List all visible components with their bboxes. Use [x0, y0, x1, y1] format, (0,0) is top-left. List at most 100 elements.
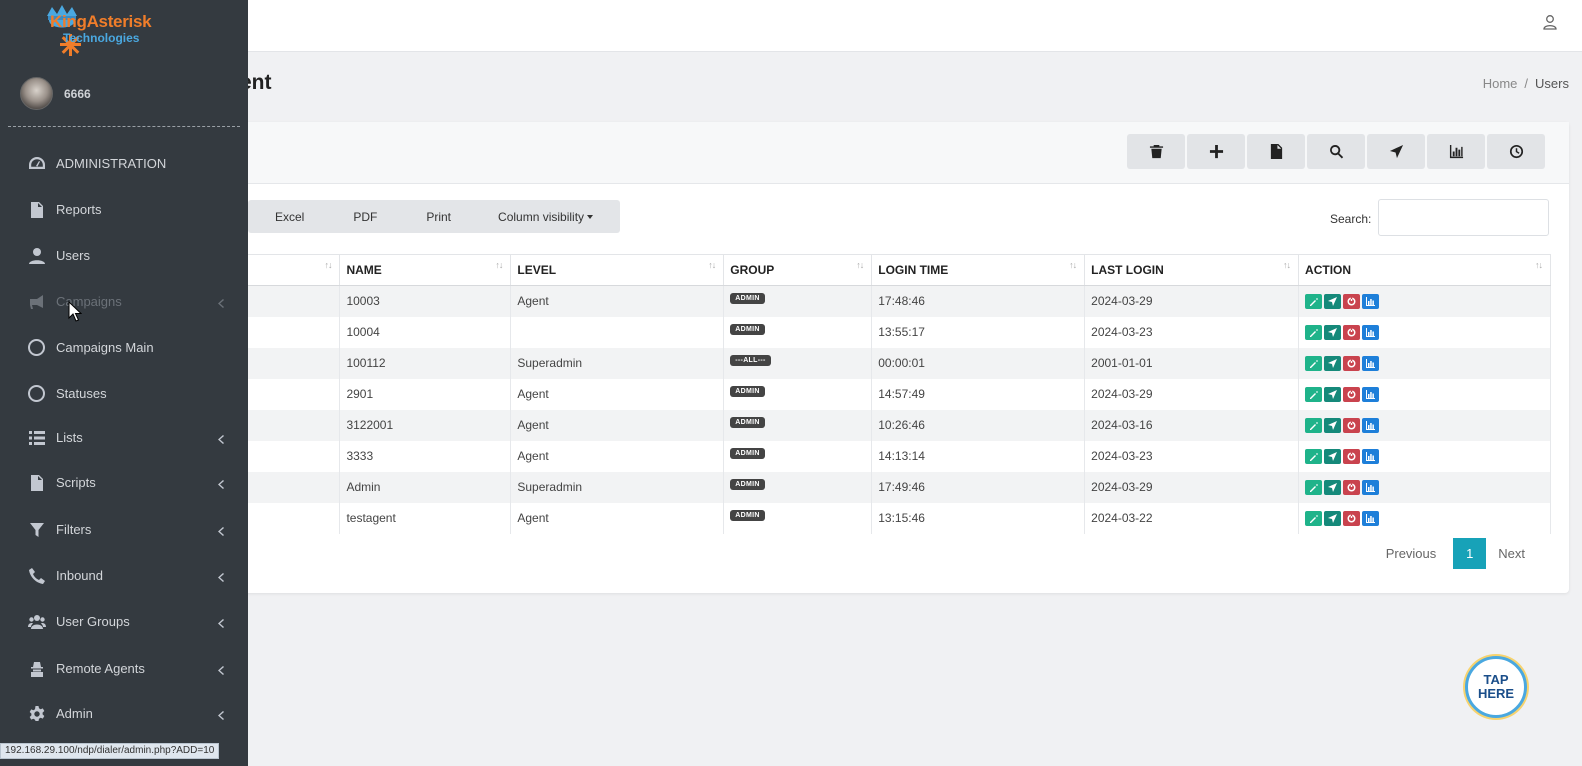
- sidebar-item-user-groups[interactable]: User Groups: [27, 612, 227, 631]
- stop-button[interactable]: [1343, 448, 1361, 464]
- sidebar-item-campaigns[interactable]: Campaigns: [27, 292, 227, 311]
- edit-button[interactable]: [1305, 510, 1323, 526]
- column-header[interactable]: LOGIN TIME ↑↓: [871, 254, 1086, 286]
- edit-button[interactable]: [1305, 417, 1323, 433]
- table-row[interactable]: 3122001 Agent ADMIN 10:26:46 2024-03-16: [220, 409, 1551, 441]
- table-row[interactable]: 3333 Agent ADMIN 14:13:14 2024-03-23: [220, 440, 1551, 472]
- sidebar-item-label: Campaigns: [56, 294, 122, 309]
- sidebar-item-administration[interactable]: ADMINISTRATION: [27, 154, 227, 173]
- chevron-left-icon: [218, 615, 224, 628]
- stats-button[interactable]: [1427, 134, 1485, 169]
- sort-icon[interactable]: ↑↓: [1069, 260, 1077, 270]
- edit-button[interactable]: [1305, 386, 1323, 402]
- page-1-button[interactable]: 1: [1453, 538, 1487, 569]
- edit-icon: [1310, 514, 1319, 523]
- logo-name: KingAsterisk: [50, 12, 152, 31]
- table-row[interactable]: 10004 ADMIN 13:55:17 2024-03-23: [220, 316, 1551, 348]
- sort-icon[interactable]: ↑↓: [1535, 260, 1543, 270]
- add-button[interactable]: [1187, 134, 1245, 169]
- column-header[interactable]: LEVEL ↑↓: [510, 254, 725, 286]
- edit-button[interactable]: [1305, 324, 1323, 340]
- edit-icon: [1310, 452, 1319, 461]
- sidebar-item-remote-agents[interactable]: Remote Agents: [27, 659, 227, 678]
- stats-button[interactable]: [1362, 293, 1380, 309]
- cell-name: Admin: [339, 471, 512, 503]
- stop-button[interactable]: [1343, 510, 1361, 526]
- sort-icon[interactable]: ↑↓: [856, 260, 864, 270]
- stats-icon: [1366, 451, 1376, 461]
- search-button[interactable]: [1307, 134, 1365, 169]
- column-header[interactable]: LAST LOGIN ↑↓: [1084, 254, 1300, 286]
- send-button[interactable]: [1367, 134, 1425, 169]
- sort-icon[interactable]: ↑↓: [708, 260, 716, 270]
- table-row[interactable]: testagent Agent ADMIN 13:15:46 2024-03-22: [220, 502, 1551, 534]
- send-button[interactable]: [1324, 510, 1342, 526]
- send-button[interactable]: [1324, 293, 1342, 309]
- send-button[interactable]: [1324, 417, 1342, 433]
- user-icon[interactable]: [1542, 14, 1558, 30]
- send-button[interactable]: [1324, 479, 1342, 495]
- stats-button[interactable]: [1362, 479, 1380, 495]
- column-header-label: GROUP: [730, 263, 775, 277]
- pdf-button[interactable]: PDF: [353, 210, 377, 224]
- edit-button[interactable]: [1305, 355, 1323, 371]
- sidebar-item-scripts[interactable]: Scripts: [27, 473, 227, 492]
- report-button[interactable]: [1247, 134, 1305, 169]
- sort-icon[interactable]: ↑↓: [324, 260, 332, 270]
- excel-button[interactable]: Excel: [275, 210, 304, 224]
- tap-here-button[interactable]: TAP HERE: [1465, 656, 1527, 718]
- cell-login-time: 00:00:01: [871, 347, 1086, 379]
- stop-button[interactable]: [1343, 355, 1361, 371]
- sidebar-item-lists[interactable]: Lists: [27, 428, 227, 447]
- table-row[interactable]: 10003 Agent ADMIN 17:48:46 2024-03-29: [220, 285, 1551, 317]
- delete-button[interactable]: [1127, 134, 1185, 169]
- column-header[interactable]: ACTION ↑↓: [1298, 254, 1551, 286]
- user-profile[interactable]: 6666: [20, 77, 91, 110]
- column-header[interactable]: NAME ↑↓: [339, 254, 512, 286]
- stop-button[interactable]: [1343, 324, 1361, 340]
- edit-button[interactable]: [1305, 448, 1323, 464]
- stats-button[interactable]: [1362, 386, 1380, 402]
- edit-button[interactable]: [1305, 479, 1323, 495]
- clock-icon: [1509, 144, 1523, 159]
- stop-button[interactable]: [1343, 479, 1361, 495]
- sidebar-divider: [8, 126, 240, 127]
- table-row[interactable]: 100112 Superadmin ---ALL--- 00:00:01 2001-01…: [220, 347, 1551, 379]
- stats-button[interactable]: [1362, 417, 1380, 433]
- print-button[interactable]: Print: [426, 210, 451, 224]
- stats-button[interactable]: [1362, 448, 1380, 464]
- send-button[interactable]: [1324, 448, 1342, 464]
- sidebar-item-statuses[interactable]: Statuses: [27, 384, 227, 403]
- sidebar-item-campaigns-main[interactable]: Campaigns Main: [27, 338, 227, 357]
- stop-button[interactable]: [1343, 386, 1361, 402]
- sidebar-item-inbound[interactable]: Inbound: [27, 566, 227, 585]
- cell-actions: [1298, 409, 1551, 441]
- stats-button[interactable]: [1362, 324, 1380, 340]
- sidebar-item-reports[interactable]: Reports: [27, 200, 227, 219]
- send-button[interactable]: [1324, 386, 1342, 402]
- table-row[interactable]: Admin Superadmin ADMIN 17:49:46 2024-03-29: [220, 471, 1551, 503]
- table-row[interactable]: 2901 Agent ADMIN 14:57:49 2024-03-29: [220, 378, 1551, 410]
- sidebar-item-filters[interactable]: Filters: [27, 520, 227, 539]
- sidebar-item-admin[interactable]: Admin: [27, 704, 227, 723]
- sidebar-item-users[interactable]: Users: [27, 246, 227, 265]
- sort-icon[interactable]: ↑↓: [1283, 260, 1291, 270]
- column-visibility-button[interactable]: Column visibility: [498, 210, 594, 224]
- send-button[interactable]: [1324, 324, 1342, 340]
- next-page-button[interactable]: Next: [1498, 546, 1525, 561]
- stats-icon: [1366, 420, 1376, 430]
- time-button[interactable]: [1487, 134, 1545, 169]
- search-input[interactable]: [1378, 199, 1549, 236]
- cell-actions: [1298, 347, 1551, 379]
- previous-page-button[interactable]: Previous: [1386, 546, 1437, 561]
- stop-button[interactable]: [1343, 293, 1361, 309]
- column-header[interactable]: GROUP ↑↓: [723, 254, 873, 286]
- cell-level: Superadmin: [510, 347, 725, 379]
- edit-button[interactable]: [1305, 293, 1323, 309]
- stats-button[interactable]: [1362, 510, 1380, 526]
- stats-button[interactable]: [1362, 355, 1380, 371]
- send-button[interactable]: [1324, 355, 1342, 371]
- sort-icon[interactable]: ↑↓: [495, 260, 503, 270]
- stop-button[interactable]: [1343, 417, 1361, 433]
- breadcrumb-home[interactable]: Home: [1483, 76, 1518, 91]
